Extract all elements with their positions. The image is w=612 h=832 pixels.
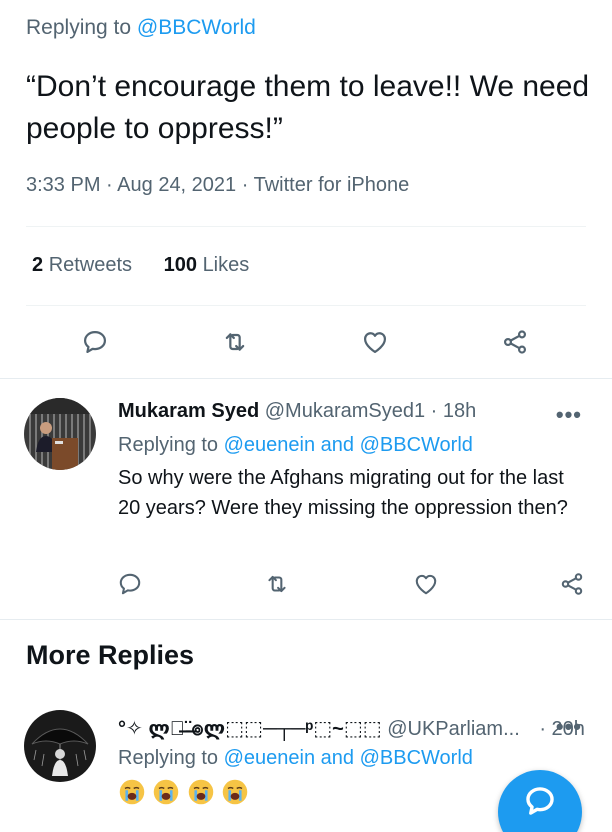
like-button[interactable]	[359, 326, 391, 358]
retweet-button[interactable]	[219, 326, 251, 358]
reply-button[interactable]	[79, 326, 111, 358]
tweet-stats: 2 Retweets 100 Likes	[32, 254, 275, 277]
share-button[interactable]	[556, 568, 588, 600]
reply-tweet[interactable]: Mukaram Syed @MukaramSyed1 · 18h ••• Rep…	[0, 378, 612, 618]
replying-to-handles-link[interactable]: @euenein and @BBCWorld	[224, 747, 473, 769]
tweet-age: · 18h	[430, 400, 477, 422]
avatar-photo	[24, 398, 96, 470]
reply-header: °✧ ლ๏̶¨̶๏ლ⬚⬚─┬─ᵖ⬚~⬚⬚ @UKParliam... · 20h	[118, 712, 585, 744]
share-icon	[561, 573, 583, 595]
likes-count: 100	[163, 254, 197, 276]
compose-reply-icon	[526, 787, 554, 815]
loudly-crying-face-emoji	[119, 779, 145, 805]
more-replies-heading: More Replies	[26, 640, 195, 670]
retweets-count: 2	[32, 254, 44, 276]
reply-icon	[83, 330, 107, 354]
reply-header: Mukaram Syed @MukaramSyed1 · 18h	[118, 400, 476, 423]
retweet-icon	[225, 333, 245, 351]
tweet-metadata: 3:33 PM · Aug 24, 2021 · Twitter for iPh…	[26, 174, 409, 197]
author-name[interactable]: Mukaram Syed	[118, 400, 259, 422]
main-tweet-text: “Don’t encourage them to leave!! We need…	[26, 70, 590, 145]
divider	[0, 619, 612, 620]
replying-prefix: Replying to	[26, 16, 132, 39]
retweets-stat[interactable]: 2 Retweets	[32, 254, 132, 276]
loudly-crying-face-emoji	[223, 779, 248, 805]
avatar-photo	[24, 710, 96, 782]
reply-icon	[119, 573, 141, 595]
tweet-source: Twitter for iPhone	[253, 174, 410, 196]
retweet-icon	[268, 575, 286, 593]
divider	[26, 226, 586, 227]
like-button[interactable]	[410, 568, 442, 600]
main-tweet-action-bar	[0, 326, 612, 362]
heart-icon	[415, 574, 437, 595]
author-handle[interactable]: @MukaramSyed1	[265, 400, 425, 422]
replying-to-line: Replying to @euenein and @BBCWorld	[118, 434, 473, 457]
author-handle[interactable]: @UKParliam...	[387, 718, 520, 740]
replying-prefix: Replying to	[118, 434, 219, 456]
replying-to-line: Replying to @euenein and @BBCWorld	[118, 747, 473, 770]
retweet-button[interactable]	[261, 568, 293, 600]
reply-emoji-row	[118, 778, 251, 806]
likes-label: Likes	[202, 254, 250, 276]
loudly-crying-face-emoji	[188, 779, 214, 805]
reply-text: So why were the Afghans migrating out fo…	[118, 467, 568, 519]
replying-to-handles-link[interactable]: @euenein and @BBCWorld	[224, 434, 473, 456]
loudly-crying-face-emoji	[154, 779, 179, 805]
divider	[26, 305, 586, 306]
likes-stat[interactable]: 100 Likes	[164, 254, 250, 276]
retweets-label: Retweets	[48, 254, 133, 276]
author-name[interactable]: °✧ ლ๏̶¨̶๏ლ⬚⬚─┬─ᵖ⬚~⬚⬚	[118, 718, 382, 740]
share-button[interactable]	[499, 326, 531, 358]
replying-to-handle-link[interactable]: @BBCWorld	[137, 16, 256, 39]
tweet-detail-page: Replying to @BBCWorld “Don’t encourage t…	[0, 0, 612, 832]
heart-icon	[363, 332, 387, 354]
share-icon	[503, 330, 527, 354]
more-options-icon[interactable]: •••	[556, 402, 582, 428]
avatar[interactable]	[24, 398, 96, 470]
meta-separator: ·	[106, 174, 113, 196]
reply-button[interactable]	[114, 568, 146, 600]
replying-prefix: Replying to	[118, 747, 219, 769]
replying-to-line: Replying to @BBCWorld	[26, 16, 256, 40]
reply-action-bar	[0, 568, 612, 604]
avatar[interactable]	[24, 710, 96, 782]
tweet-date[interactable]: Aug 24, 2021	[117, 174, 236, 196]
tweet-time[interactable]: 3:33 PM	[26, 174, 100, 196]
more-options-icon[interactable]: •••	[556, 714, 582, 740]
meta-separator: ·	[241, 174, 249, 196]
